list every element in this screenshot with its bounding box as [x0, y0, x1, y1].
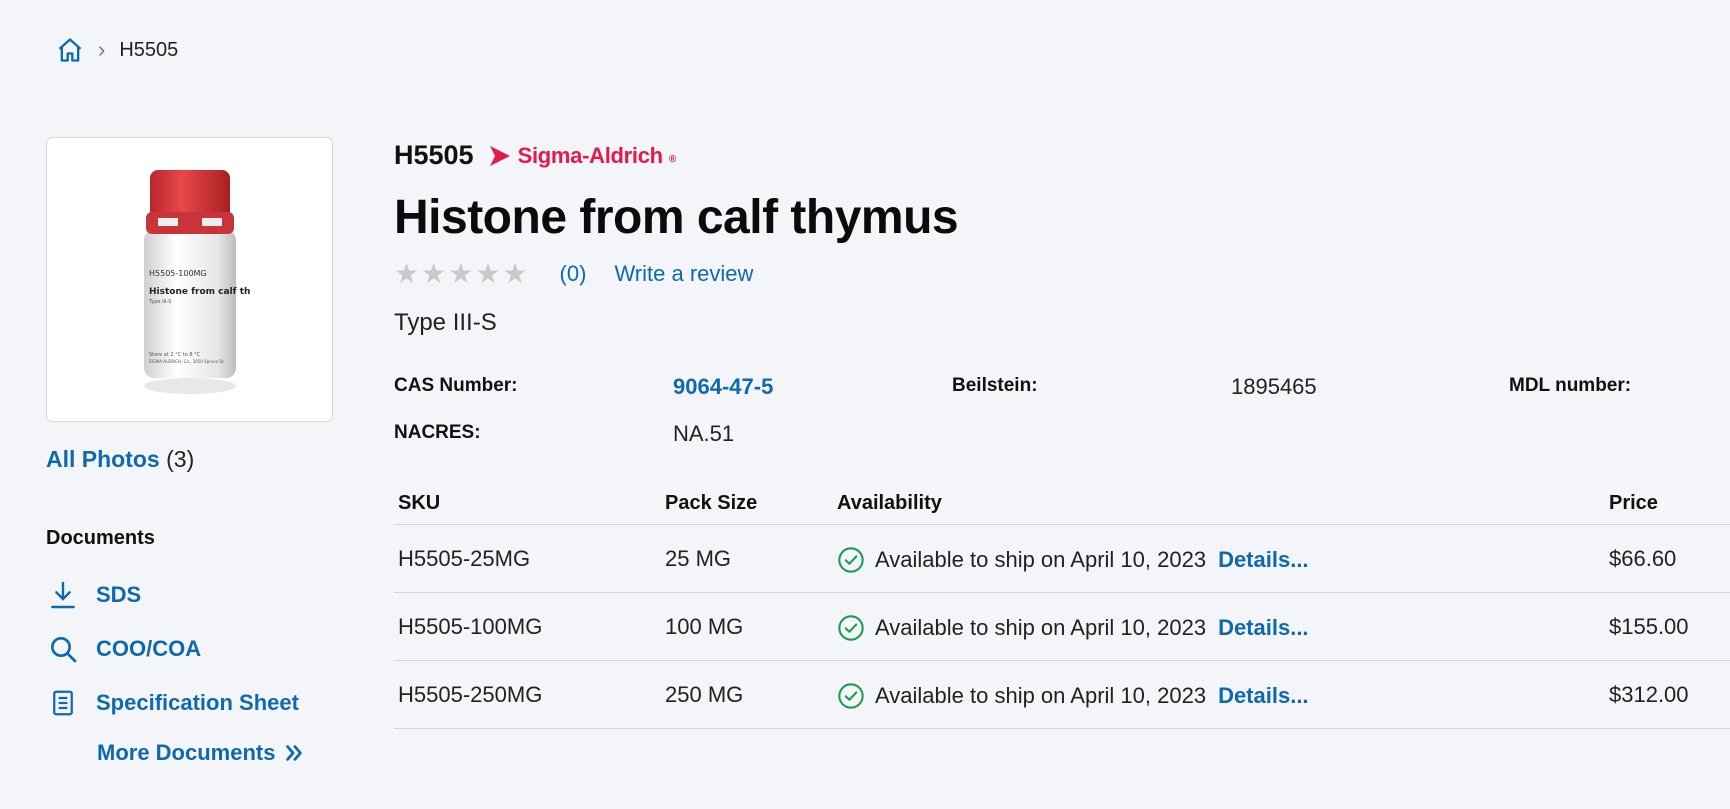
check-circle-icon [837, 682, 865, 710]
star-icon: ★ [421, 258, 447, 289]
check-circle-icon [837, 614, 865, 642]
breadcrumb-current: H5505 [119, 38, 179, 61]
bottle-label-storage: Store at 2 °C to 8 °C [149, 352, 201, 358]
star-icon: ★ [475, 258, 501, 289]
beilstein-label: Beilstein: [952, 375, 1038, 396]
brand-logo: Sigma-Aldrich ® [488, 143, 676, 169]
table-header: SKU Pack Size Availability Price [394, 480, 1730, 525]
cas-label: CAS Number: [394, 375, 518, 396]
column-header-pack-size: Pack Size [665, 492, 758, 514]
home-icon[interactable] [56, 36, 84, 64]
rating-row: ★ ★ ★ ★ ★ (0) Write a review [394, 257, 753, 290]
table-row[interactable]: H5505-100MG 100 MG Available to ship on … [394, 593, 1730, 661]
sku-cell: H5505-100MG [398, 614, 543, 639]
play-arrow-icon [489, 145, 510, 166]
cas-number-link[interactable]: 9064-47-5 [673, 374, 773, 400]
specification-sheet-link[interactable]: Specification Sheet [46, 686, 299, 720]
bottle-label-type: Type III-S [148, 299, 171, 305]
details-link[interactable]: Details... [1218, 615, 1308, 641]
all-photos: All Photos (3) [46, 446, 194, 473]
price-cell: $66.60 [1609, 546, 1677, 571]
product-sku-row: H5505 Sigma-Aldrich ® [394, 140, 676, 171]
price-cell: $155.00 [1609, 614, 1689, 639]
star-rating: ★ ★ ★ ★ ★ [394, 257, 528, 290]
breadcrumb: › H5505 [56, 36, 178, 64]
availability-cell: Available to ship on April 10, 2023 Deta… [837, 682, 1309, 710]
brand-name: Sigma-Aldrich [517, 142, 664, 168]
product-image[interactable]: H5505-100MG Histone from calf th Type II… [46, 137, 333, 422]
sku-cell: H5505-25MG [398, 546, 531, 571]
sku-cell: H5505-250MG [398, 682, 543, 707]
star-icon: ★ [394, 258, 420, 289]
all-photos-link[interactable]: All Photos [46, 446, 160, 472]
sds-link[interactable]: SDS [46, 578, 141, 612]
check-circle-icon [837, 546, 865, 574]
availability-cell: Available to ship on April 10, 2023 Deta… [837, 546, 1309, 574]
nacres-label: NACRES: [394, 422, 481, 443]
product-sku: H5505 [394, 140, 474, 170]
page-title: Histone from calf thymus [394, 191, 959, 244]
download-icon [46, 578, 80, 612]
photo-count: (3) [166, 446, 195, 472]
availability-text: Available to ship on April 10, 2023 [875, 683, 1207, 708]
document-icon [46, 686, 80, 720]
more-documents-label: More Documents [97, 740, 276, 765]
bottle-label-maker: SIGMA-ALDRICH, Co., 3050 Spruce St. [149, 359, 225, 364]
column-header-availability: Availability [837, 492, 942, 514]
brand-registered-mark: ® [668, 153, 676, 165]
details-link[interactable]: Details... [1218, 683, 1308, 709]
star-icon: ★ [448, 258, 474, 289]
coo-coa-label: COO/COA [96, 636, 202, 661]
double-chevron-right-icon [283, 742, 305, 764]
review-count[interactable]: (0) [560, 261, 587, 287]
more-documents-link[interactable]: More Documents [97, 740, 305, 766]
sds-label: SDS [96, 582, 142, 607]
bottle-label-code: H5505-100MG [149, 269, 207, 278]
coo-coa-link[interactable]: COO/COA [46, 632, 201, 666]
chevron-right-icon: › [98, 37, 106, 62]
column-header-price: Price [1609, 492, 1658, 514]
details-link[interactable]: Details... [1218, 547, 1308, 573]
pack-size-cell: 100 MG [665, 614, 744, 639]
pack-size-cell: 250 MG [665, 682, 744, 707]
star-icon: ★ [502, 258, 528, 289]
search-icon [46, 632, 80, 666]
pricing-table: SKU Pack Size Availability Price H5505-2… [394, 480, 1730, 729]
availability-text: Available to ship on April 10, 2023 [875, 615, 1207, 640]
table-row[interactable]: H5505-250MG 250 MG Available to ship on … [394, 661, 1730, 729]
specification-sheet-label: Specification Sheet [96, 690, 299, 715]
pack-size-cell: 25 MG [665, 546, 732, 571]
price-cell: $312.00 [1609, 682, 1689, 707]
column-header-sku: SKU [398, 492, 441, 514]
mdl-label: MDL number: [1509, 375, 1632, 396]
availability-text: Available to ship on April 10, 2023 [875, 547, 1207, 572]
write-review-link[interactable]: Write a review [614, 261, 753, 287]
table-row[interactable]: H5505-25MG 25 MG Available to ship on Ap… [394, 525, 1730, 593]
beilstein-value: 1895465 [1231, 374, 1317, 399]
availability-cell: Available to ship on April 10, 2023 Deta… [837, 614, 1309, 642]
nacres-value: NA.51 [673, 421, 735, 446]
product-subtitle: Type III-S [394, 309, 497, 336]
bottle-image: H5505-100MG Histone from calf th Type II… [143, 169, 250, 394]
bottle-label-name: Histone from calf th [149, 287, 250, 297]
documents-heading: Documents [46, 527, 155, 549]
